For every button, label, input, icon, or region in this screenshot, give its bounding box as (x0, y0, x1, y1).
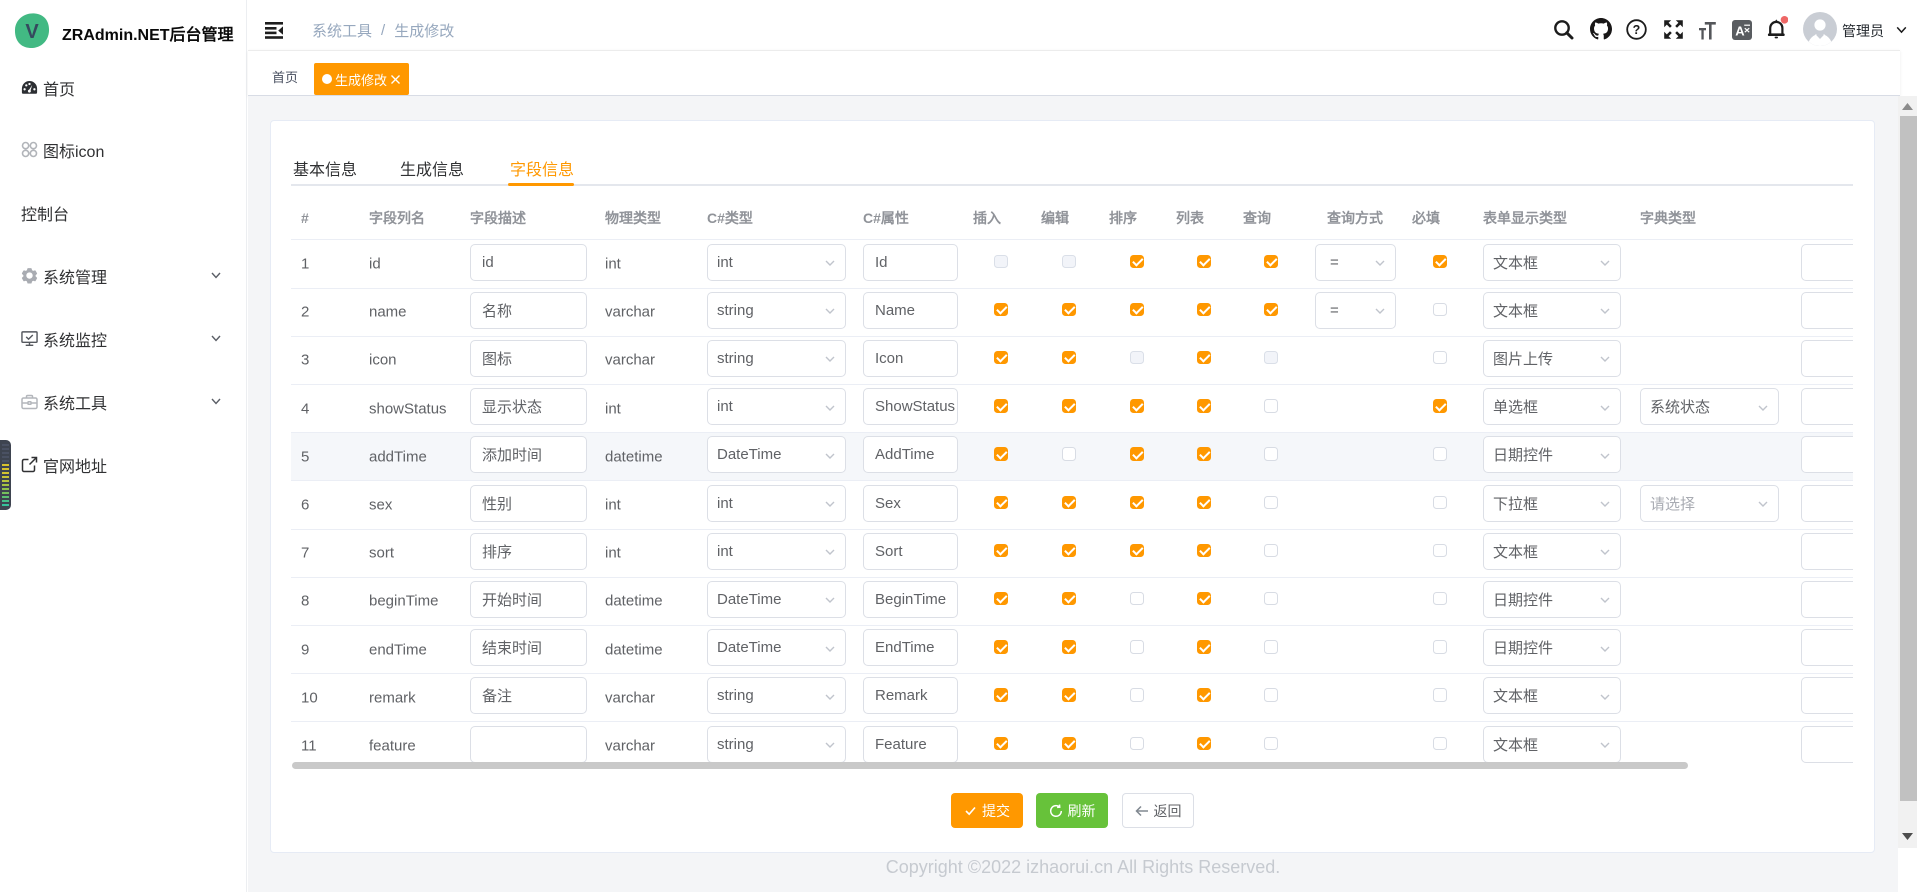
svg-text:V: V (25, 21, 39, 43)
svg-text:A: A (1735, 24, 1745, 39)
svg-text:?: ? (1633, 23, 1641, 37)
